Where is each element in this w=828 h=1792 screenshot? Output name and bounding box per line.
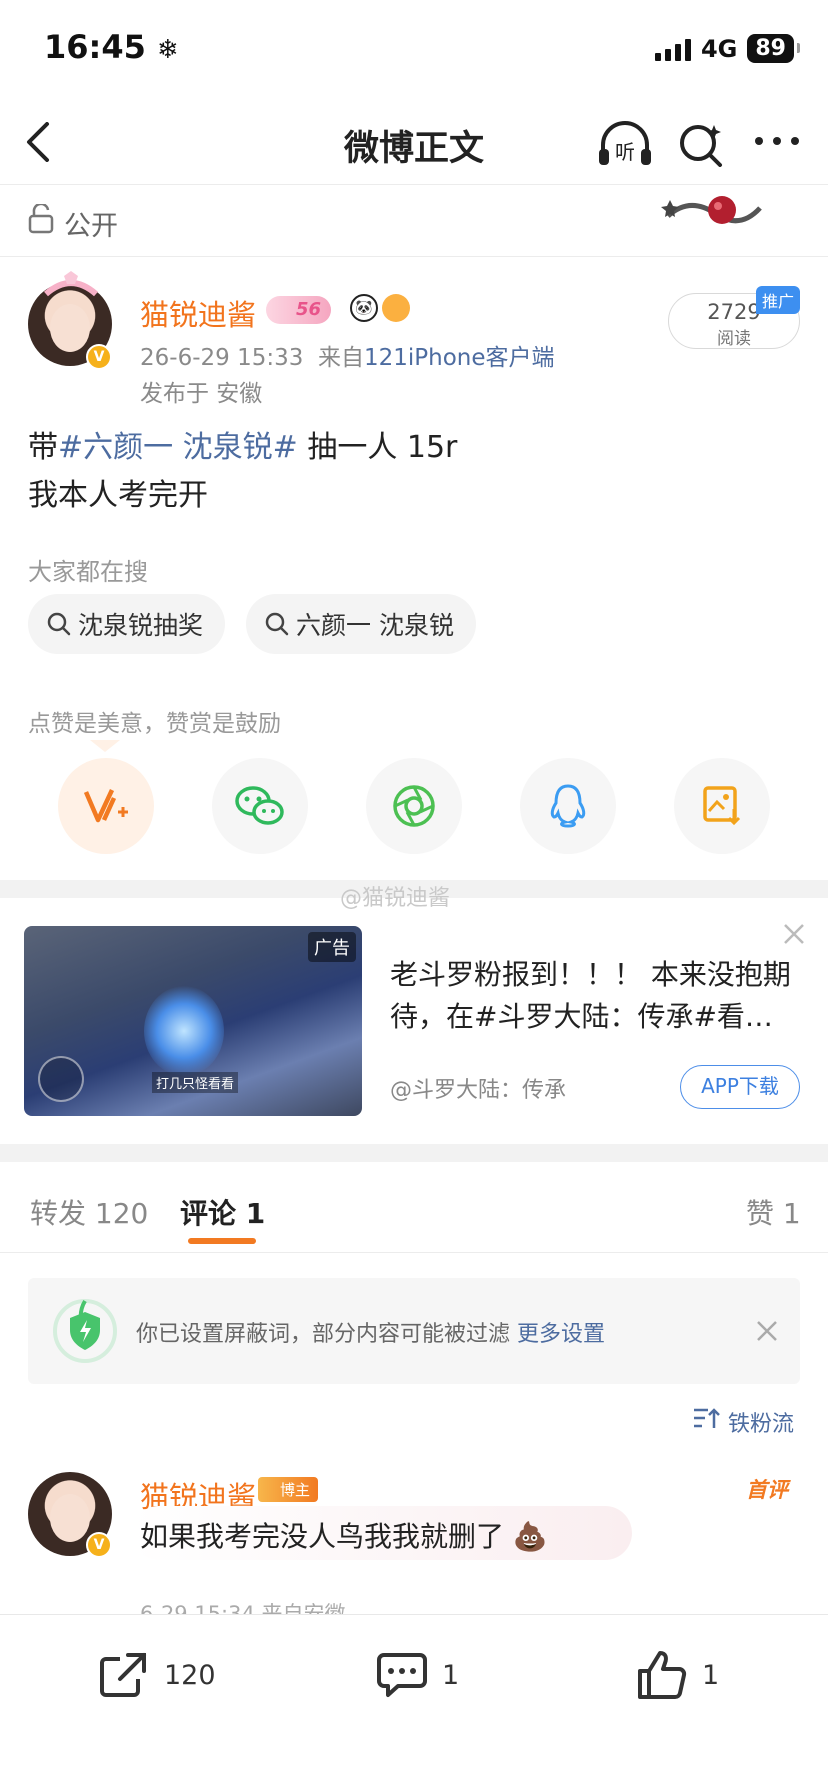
bottom-action-bar: 120 1 1 — [0, 1614, 828, 1792]
signal-icon — [654, 37, 691, 61]
search-chip[interactable]: 沈泉锐抽奖 — [28, 594, 226, 654]
app-download-button[interactable]: APP下载 — [680, 1065, 800, 1109]
reward-v-icon — [83, 789, 128, 823]
search-icon — [265, 612, 289, 636]
share-wechat-button[interactable] — [212, 758, 308, 854]
repost-icon — [100, 1653, 146, 1697]
comment-button[interactable]: 1 — [376, 1651, 459, 1699]
reward-text: 点赞是美意，赞赏是鼓励 — [28, 711, 281, 737]
post-meta: 26-6-29 15:33 来自121iPhone客户端 — [140, 345, 555, 371]
network-type: 4G — [700, 34, 738, 63]
ad-image[interactable]: 广告 打几只怪看看 — [24, 926, 362, 1116]
search-button[interactable] — [676, 116, 726, 172]
more-button[interactable] — [752, 126, 802, 156]
ad-source[interactable]: @斗罗大陆：传承 — [390, 1072, 566, 1104]
reward-button[interactable] — [58, 758, 154, 854]
repost-button[interactable]: 120 — [98, 1651, 216, 1699]
ad-title[interactable]: 老斗罗粉报到！！！ 本来没抱期待，在#斗罗大陆：传承#看… — [390, 954, 794, 1038]
poop-emoji-icon: 💩 — [512, 1520, 548, 1553]
shield-icon — [53, 1299, 117, 1363]
level-badge: 56 — [266, 296, 332, 324]
sort-toggle[interactable]: 铁粉流 — [728, 1406, 794, 1438]
post-location: 发布于 安徽 — [140, 381, 263, 407]
thumbs-up-icon — [638, 1651, 687, 1699]
headphones-icon: 听 — [599, 121, 651, 165]
unlock-icon — [28, 204, 54, 234]
more-settings-link[interactable]: 更多设置 — [517, 1322, 605, 1347]
fish-badge-icon — [382, 294, 410, 322]
moments-icon — [393, 785, 435, 827]
verified-badge-icon: V — [86, 1532, 112, 1558]
comment-text: 如果我考完没人鸟我我就删了 💩 — [140, 1520, 548, 1553]
save-image-button[interactable] — [674, 758, 770, 854]
close-notice-icon[interactable] — [756, 1320, 778, 1342]
author-name[interactable]: 猫锐迪酱 — [140, 292, 256, 334]
ad-corner-label: 广告 — [308, 932, 356, 962]
comment-icon — [377, 1653, 427, 1697]
tab-reposts[interactable]: 转发 120 — [30, 1192, 148, 1232]
post-source[interactable]: 121iPhone客户端 — [364, 345, 555, 371]
listen-button[interactable]: 听 — [596, 116, 654, 172]
visibility-label: 公开 — [64, 211, 118, 242]
search-section-title: 大家都在搜 — [28, 558, 148, 586]
notice-text: 你已设置屏蔽词，部分内容可能被过滤 — [136, 1322, 511, 1347]
visibility-divider — [0, 256, 828, 257]
sort-icon — [694, 1408, 720, 1428]
status-indicators: 4G 89 — [654, 34, 800, 63]
snowflake-icon: ❄ — [157, 35, 179, 65]
filter-notice: 你已设置屏蔽词，部分内容可能被过滤 更多设置 — [28, 1278, 800, 1384]
watermark: @猫锐迪酱 — [340, 886, 451, 911]
search-chip[interactable]: 六颜一 沈泉锐 — [246, 594, 476, 654]
ad-image-caption: 打几只怪看看 — [152, 1072, 239, 1093]
verified-badge-icon: V — [86, 344, 112, 370]
avatar-frame-icon — [44, 271, 98, 297]
save-image-icon — [703, 786, 741, 826]
active-tab-indicator — [188, 1238, 256, 1244]
panda-icon: 🐼 — [350, 294, 378, 322]
owner-tag: 博主 — [258, 1477, 319, 1502]
tab-comments[interactable]: 评论 1 — [180, 1192, 265, 1232]
status-time: 16:45 ❄ — [44, 28, 179, 66]
svg-text:听: 听 — [615, 140, 635, 164]
wechat-icon — [235, 786, 284, 825]
pointer-icon — [90, 740, 120, 752]
like-button[interactable]: 1 — [636, 1649, 719, 1701]
search-icon — [47, 612, 71, 636]
topic-link[interactable]: #六颜一 沈泉锐# — [58, 430, 298, 465]
tabs-divider — [0, 1252, 828, 1253]
section-divider — [0, 1144, 828, 1162]
first-comment-tag: 首评 — [746, 1478, 788, 1502]
share-moments-button[interactable] — [366, 758, 462, 854]
promo-tag[interactable]: 推广 — [756, 286, 801, 314]
close-ad-icon[interactable] — [782, 922, 806, 946]
more-icon — [755, 137, 799, 145]
post-text: 带#六颜一 沈泉锐# 抽一人 15r 我本人考完开 — [28, 430, 458, 513]
battery-icon: 89 — [747, 34, 800, 63]
decorative-sticker-icon — [661, 196, 762, 224]
share-qq-button[interactable] — [520, 758, 616, 854]
tab-likes[interactable]: 赞 1 — [746, 1192, 801, 1232]
search-icon — [680, 125, 722, 167]
qq-icon — [550, 784, 586, 828]
nav-divider — [0, 184, 828, 185]
joystick-icon — [38, 1056, 84, 1102]
